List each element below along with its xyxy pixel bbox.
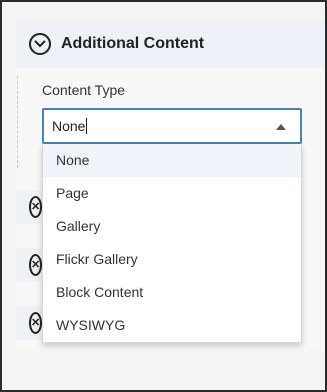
chevron-down-icon[interactable] xyxy=(29,33,51,55)
dropdown-arrow-icon[interactable] xyxy=(276,124,286,130)
dropdown-option-flickr-gallery[interactable]: Flickr Gallery xyxy=(43,243,301,276)
content-type-label: Content Type xyxy=(42,82,126,98)
close-circle-icon[interactable]: ✕ xyxy=(29,196,43,218)
dropdown-option-page[interactable]: Page xyxy=(43,177,301,210)
content-type-value: None xyxy=(52,118,86,134)
content-type-select[interactable]: None xyxy=(42,108,302,144)
collapsed-section-toggle-2[interactable]: ✕ xyxy=(16,248,43,282)
section-divider xyxy=(17,76,18,168)
close-circle-icon[interactable]: ✕ xyxy=(29,312,43,334)
dropdown-option-none[interactable]: None xyxy=(43,144,301,177)
window-frame: Additional Content Content Type None ✕ ✕… xyxy=(0,0,327,392)
close-circle-icon[interactable]: ✕ xyxy=(29,254,43,276)
dropdown-option-block-content[interactable]: Block Content xyxy=(43,276,301,309)
additional-content-header[interactable]: Additional Content xyxy=(16,20,325,68)
dropdown-option-wysiwyg[interactable]: WYSIWYG xyxy=(43,309,301,342)
dropdown-option-gallery[interactable]: Gallery xyxy=(43,210,301,243)
collapsed-section-toggle-1[interactable]: ✕ xyxy=(16,190,43,224)
section-title: Additional Content xyxy=(61,35,205,52)
text-caret xyxy=(86,118,88,134)
collapsed-section-toggle-3[interactable]: ✕ xyxy=(16,306,43,340)
content-type-dropdown: None Page Gallery Flickr Gallery Block C… xyxy=(42,144,302,343)
